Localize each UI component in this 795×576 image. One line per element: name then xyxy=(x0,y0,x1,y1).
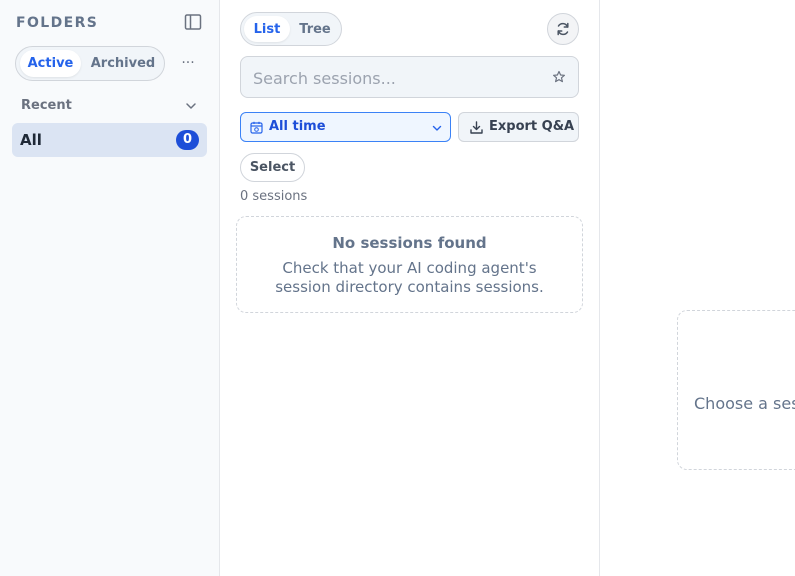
tab-archived[interactable]: Archived xyxy=(86,50,160,77)
select-button[interactable]: Select xyxy=(240,153,305,182)
folders-sidebar: FOLDERS Active Archived ··· Recent All 0 xyxy=(0,0,220,576)
section-header-recent[interactable]: Recent xyxy=(21,98,72,113)
refresh-button[interactable] xyxy=(547,13,579,45)
sidebar-toggle-icon[interactable] xyxy=(184,13,202,31)
tab-tree[interactable]: Tree xyxy=(293,16,337,42)
time-filter-value: All time xyxy=(269,119,326,134)
session-detail-pane: Choose a session xyxy=(600,0,795,576)
view-mode-toggle: List Tree xyxy=(240,12,342,46)
empty-state-description: Check that your AI coding agent's sessio… xyxy=(275,259,544,296)
folder-status-toggle: Active Archived xyxy=(15,46,165,81)
search-box xyxy=(240,56,579,98)
star-icon[interactable] xyxy=(552,70,566,84)
app-window: FOLDERS Active Archived ··· Recent All 0… xyxy=(0,0,795,576)
tab-active[interactable]: Active xyxy=(20,50,81,77)
export-label: Export Q&A xyxy=(489,119,575,134)
folder-item-all[interactable]: All 0 xyxy=(12,123,207,157)
chevron-down-icon xyxy=(432,125,442,131)
tab-list[interactable]: List xyxy=(244,16,290,42)
sessions-panel: List Tree All tim xyxy=(220,0,600,576)
sidebar-title: FOLDERS xyxy=(16,15,99,31)
search-input[interactable] xyxy=(253,67,543,89)
more-options-icon[interactable]: ··· xyxy=(178,53,198,73)
refresh-icon xyxy=(557,22,569,36)
chevron-down-icon[interactable] xyxy=(184,99,198,113)
empty-state: No sessions found Check that your AI cod… xyxy=(236,216,583,313)
export-qa-button[interactable]: Export Q&A xyxy=(458,112,579,142)
placeholder-text: Choose a session xyxy=(694,394,795,413)
folder-label: All xyxy=(20,131,42,149)
session-count: 0 sessions xyxy=(240,189,308,204)
count-badge: 0 xyxy=(176,130,199,150)
detail-placeholder: Choose a session xyxy=(677,310,795,470)
download-icon xyxy=(470,121,483,134)
empty-state-title: No sessions found xyxy=(332,234,487,252)
calendar-icon xyxy=(250,121,263,134)
time-filter-select[interactable]: All time xyxy=(240,112,451,142)
